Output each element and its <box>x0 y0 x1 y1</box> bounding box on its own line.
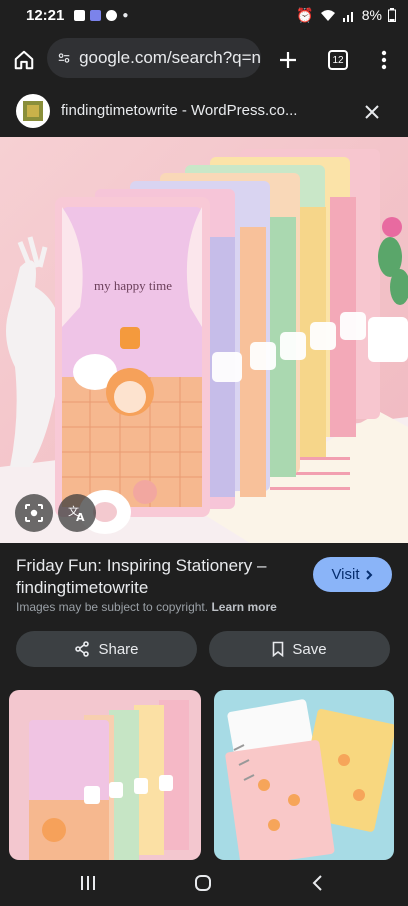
notification-icons: ● <box>74 9 129 21</box>
battery-percent: 8% <box>361 7 382 23</box>
share-button[interactable]: Share <box>16 631 197 667</box>
gallery-notification-icon <box>74 9 86 21</box>
close-icon <box>365 105 379 119</box>
system-status: ⏰ 8% <box>296 0 396 30</box>
svg-text:A: A <box>76 511 85 523</box>
stationery-notebooks-image: my happy time <box>0 137 408 543</box>
recent-apps-button[interactable] <box>74 870 102 896</box>
hero-image[interactable]: my happy time 文A <box>0 137 408 543</box>
url-text: google.com/search?q=n <box>79 48 261 67</box>
recent-apps-icon <box>81 876 95 890</box>
learn-more-link[interactable]: Learn more <box>211 600 276 614</box>
menu-button[interactable] <box>370 46 398 74</box>
chevron-right-icon <box>365 569 372 580</box>
save-button[interactable]: Save <box>209 631 390 667</box>
more-vert-icon <box>381 50 387 70</box>
visit-button[interactable]: Visit <box>313 557 392 592</box>
teams-notification-icon <box>90 9 102 21</box>
battery-icon <box>388 8 396 22</box>
address-bar[interactable]: google.com/search?q=n <box>47 38 261 78</box>
site-settings-icon[interactable] <box>57 49 71 67</box>
save-label: Save <box>292 640 327 658</box>
close-button[interactable] <box>360 100 384 124</box>
share-label: Share <box>98 640 139 658</box>
home-button[interactable] <box>10 46 38 74</box>
share-icon <box>75 641 90 657</box>
wifi-icon <box>320 9 335 21</box>
copyright-note: Images may be subject to copyright. Lear… <box>16 600 277 614</box>
bookmark-icon <box>273 641 284 657</box>
more-notifications-icon: ● <box>122 9 129 21</box>
cover-handwriting: my happy time <box>94 278 172 293</box>
translate-button[interactable]: 文A <box>58 494 96 532</box>
messages-notification-icon <box>106 9 118 21</box>
site-title[interactable]: findingtimetowrite - WordPress.co... <box>61 102 297 119</box>
home-nav-icon <box>195 875 211 891</box>
new-tab-button[interactable] <box>274 46 302 74</box>
lens-button[interactable] <box>15 494 53 532</box>
tab-switcher-button[interactable]: 12 <box>324 46 352 74</box>
related-image-2[interactable] <box>214 690 394 860</box>
tab-count: 12 <box>328 50 348 70</box>
translate-icon: 文A <box>68 504 85 523</box>
result-title[interactable]: Friday Fun: Inspiring Stationery – findi… <box>16 555 296 599</box>
related-image-1[interactable] <box>9 690 201 860</box>
spiral-notebooks-thumbnail <box>214 690 394 860</box>
status-time: 12:21 <box>26 6 65 24</box>
home-nav-button[interactable] <box>189 870 217 896</box>
plus-icon <box>280 52 296 68</box>
back-nav-button[interactable] <box>303 870 331 896</box>
browser-toolbar: google.com/search?q=n 12 <box>0 30 408 88</box>
home-icon <box>14 50 34 70</box>
result-header: findingtimetowrite - WordPress.co... <box>0 88 408 136</box>
back-icon <box>312 875 322 891</box>
status-bar: 12:21 ● ⏰ 8% <box>0 0 408 30</box>
lens-icon <box>25 504 43 522</box>
notebooks-thumbnail <box>9 690 201 860</box>
visit-label: Visit <box>331 566 360 583</box>
system-nav-bar <box>0 860 408 906</box>
alarm-icon: ⏰ <box>296 6 314 23</box>
copyright-text: Images may be subject to copyright. <box>16 600 209 614</box>
signal-icon <box>342 11 353 22</box>
site-favicon <box>16 94 50 128</box>
